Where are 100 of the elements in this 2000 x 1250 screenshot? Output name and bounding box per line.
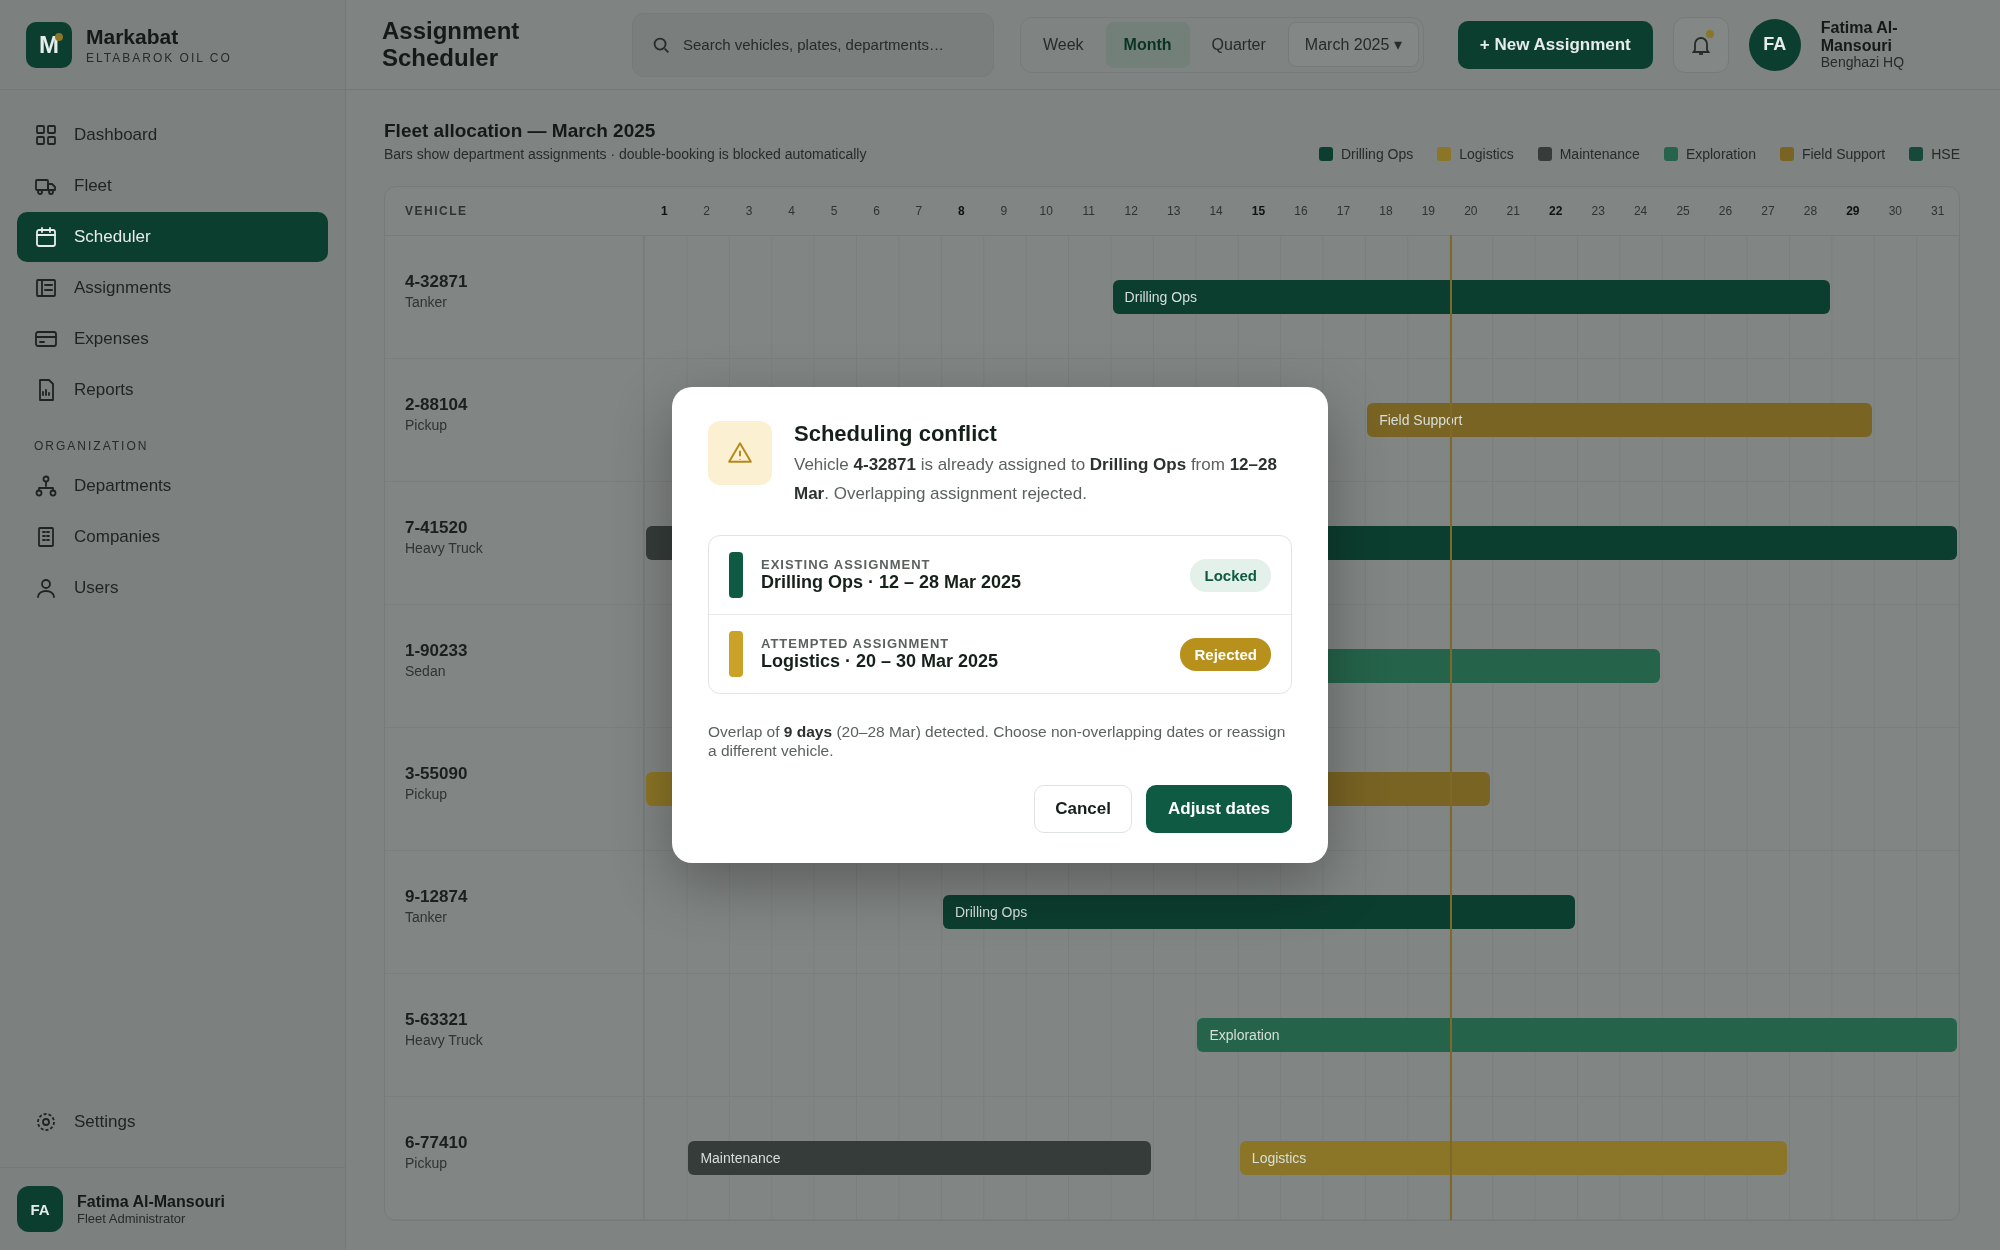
dialog-message: Vehicle 4-32871 is already assigned to Drilling Ops from 12–28 Mar. Overlapping assignment rejected.: [794, 454, 1278, 506]
day-header: 7: [897, 187, 941, 236]
day-header: 5: [812, 187, 856, 236]
section-title: Fleet allocation — March 2025: [384, 120, 657, 142]
vehicle-type: Pickup: [405, 1155, 449, 1171]
day-header: 11: [1067, 187, 1110, 236]
user-icon: [34, 576, 58, 600]
sidebar-item[interactable]: Departments: [17, 461, 328, 511]
view-tab[interactable]: Quarter: [1193, 21, 1284, 68]
day-header: 28: [1789, 187, 1832, 236]
day-header: 15: [1237, 187, 1280, 236]
view-tab[interactable]: Week: [1025, 21, 1102, 68]
assignment-bar[interactable]: Logistics: [1239, 1141, 1788, 1175]
sidebar-item[interactable]: Expenses: [17, 314, 328, 364]
assignment-detail: Drilling Ops · 12 – 28 Mar 2025: [761, 572, 1023, 593]
column-header: VEHICLE: [385, 187, 643, 236]
day-header: 18: [1364, 187, 1408, 236]
day-header: 9: [982, 187, 1026, 236]
sidebar-item[interactable]: Reports: [17, 365, 328, 415]
day-header: 19: [1407, 187, 1450, 236]
day-header: 16: [1279, 187, 1323, 236]
assignment-bar[interactable]: Drilling Ops: [1112, 280, 1830, 314]
overlap-note: Overlap of 9 days (20–28 Mar) detected. Choose non-overlapping dates or reassign a different vehicle.: [708, 722, 1287, 761]
new-assignment-button[interactable]: + New Assignment: [1457, 20, 1653, 69]
vehicle-plate: 5-63321: [405, 1010, 469, 1030]
day-header: 13: [1152, 187, 1195, 236]
vehicle-plate: 3-55090: [405, 764, 469, 784]
assignment-caption: EXISTING ASSIGNMENT: [761, 557, 932, 572]
legend-label: Maintenance: [1559, 146, 1640, 162]
day-header: 22: [1534, 187, 1577, 236]
vehicle-plate: 4-32871: [405, 272, 469, 292]
sidebar-item[interactable]: Dashboard: [17, 110, 328, 160]
view-tab[interactable]: Month: [1105, 21, 1190, 68]
brand-logo: M: [26, 21, 72, 68]
user-location: Benghazi HQ: [1820, 54, 1906, 71]
legend-label: Exploration: [1685, 146, 1756, 162]
section-label: ORGANIZATION: [33, 438, 150, 455]
user-avatar: FA: [17, 1186, 63, 1232]
sidebar-item[interactable]: Companies: [17, 512, 328, 562]
assignment-bar[interactable]: Maintenance: [688, 1141, 1152, 1175]
vehicle-type: Sedan: [405, 663, 447, 679]
day-header: 24: [1619, 187, 1662, 236]
sidebar-item[interactable]: Scheduler: [17, 212, 328, 262]
page-title: Assignment Scheduler: [382, 18, 521, 71]
day-header: 27: [1746, 187, 1790, 236]
adjust-dates-button[interactable]: Adjust dates: [1145, 784, 1292, 833]
day-header: 6: [855, 187, 898, 236]
day-header: 12: [1109, 187, 1153, 236]
settings-icon: [34, 1110, 58, 1134]
list-icon: [34, 276, 58, 300]
user-role: Fleet Administrator: [77, 1210, 187, 1226]
dialog-title: Scheduling conflict: [794, 421, 998, 448]
day-header: 25: [1661, 187, 1705, 236]
calendar-icon: [34, 225, 58, 249]
hierarchy-icon: [34, 474, 58, 498]
settings-item[interactable]: Settings: [17, 1097, 328, 1147]
day-header: 20: [1449, 187, 1493, 236]
vehicle-type: Pickup: [405, 417, 449, 433]
assignment-caption: ATTEMPTED ASSIGNMENT: [761, 636, 951, 651]
vehicle-plate: 6-77410: [405, 1133, 469, 1153]
cancel-button[interactable]: Cancel: [1034, 784, 1132, 833]
day-header: 2: [685, 187, 728, 236]
day-header: 8: [940, 187, 983, 236]
legend-label: Field Support: [1801, 146, 1886, 162]
assignment-bar[interactable]: Exploration: [1197, 1018, 1957, 1052]
legend-label: HSE: [1931, 146, 1960, 162]
day-header: 3: [727, 187, 771, 236]
sidebar-item[interactable]: Fleet: [17, 161, 328, 211]
grid-icon: [34, 123, 58, 147]
brand-name: Markabat: [86, 24, 180, 49]
vehicle-type: Heavy Truck: [405, 540, 484, 556]
user-name: Fatima Al-Mansouri: [1820, 18, 1899, 55]
vehicle-type: Tanker: [405, 294, 449, 310]
sidebar-item[interactable]: Assignments: [17, 263, 328, 313]
day-header: 17: [1322, 187, 1365, 236]
notifications-button[interactable]: [1672, 16, 1729, 73]
brand-subtitle: ELTABAROK OIL CO: [86, 50, 232, 65]
user-name: Fatima Al-Mansouri: [77, 1192, 225, 1211]
day-header: 21: [1492, 187, 1535, 236]
vehicle-plate: 7-41520: [405, 518, 469, 538]
day-header: 23: [1576, 187, 1620, 236]
assignment-bar[interactable]: Drilling Ops: [942, 895, 1576, 929]
period-dropdown[interactable]: March 2025 ▾: [1287, 22, 1419, 67]
day-header: 26: [1704, 187, 1747, 236]
vehicle-type: Tanker: [405, 909, 449, 925]
status-badge: Rejected: [1180, 637, 1271, 671]
day-header: 1: [643, 187, 686, 236]
user-avatar[interactable]: FA: [1748, 18, 1801, 71]
sidebar-item[interactable]: Users: [17, 563, 328, 613]
day-header: 30: [1874, 187, 1917, 236]
vehicle-plate: 9-12874: [405, 887, 469, 907]
legend-label: Drilling Ops: [1340, 146, 1414, 162]
legend-label: Logistics: [1459, 146, 1514, 162]
day-header: 29: [1831, 187, 1875, 236]
day-header: 10: [1025, 187, 1068, 236]
search-field[interactable]: Search vehicles, plates, departments…: [632, 12, 994, 77]
assignment-detail: Logistics · 20 – 30 Mar 2025: [761, 651, 1000, 672]
vehicle-plate: 2-88104: [405, 395, 469, 415]
section-subtitle: Bars show department assignments · double-booking is blocked automatically: [384, 146, 867, 162]
assignment-bar[interactable]: Field Support: [1367, 403, 1873, 437]
